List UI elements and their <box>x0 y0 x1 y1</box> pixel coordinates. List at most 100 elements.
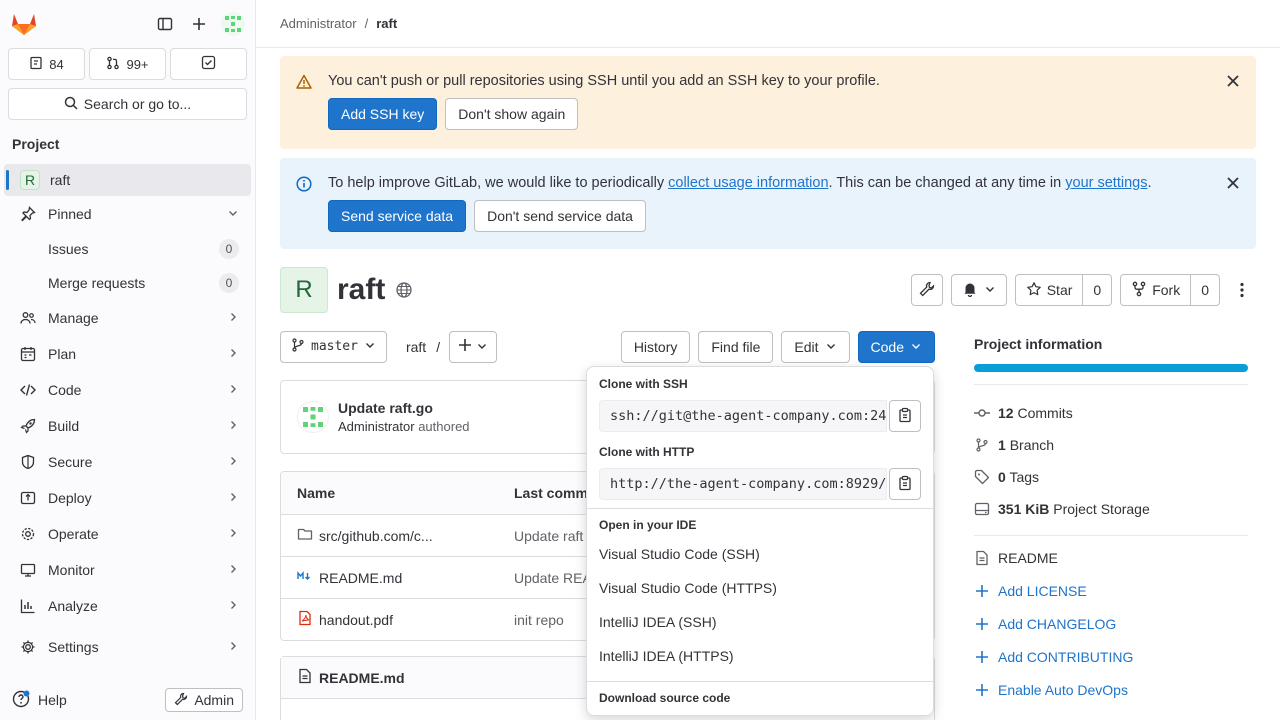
user-avatar[interactable] <box>219 10 247 38</box>
more-actions-icon[interactable] <box>1228 276 1256 304</box>
readme-title[interactable]: README.md <box>319 670 405 686</box>
close-icon[interactable] <box>1226 74 1240 91</box>
file-commit-message[interactable]: init repo <box>514 612 564 628</box>
code-dropdown[interactable]: Code <box>857 330 935 363</box>
intellij-https-item[interactable]: IntelliJ IDEA (HTTPS) <box>587 639 933 673</box>
enable-auto-devops-link[interactable]: Enable Auto DevOps <box>974 673 1248 706</box>
issues-count-button[interactable]: 84 <box>8 48 85 80</box>
add-to-tree-dropdown[interactable] <box>449 330 498 363</box>
path-separator: / <box>436 338 441 355</box>
sidebar-item-pinned[interactable]: Pinned <box>4 196 251 232</box>
toggle-sidebar-icon[interactable] <box>151 10 179 38</box>
plus-icon <box>974 617 990 631</box>
chevron-right-icon <box>227 382 239 398</box>
sidebar-item-label: Deploy <box>48 490 92 506</box>
branch-name: master <box>311 339 358 354</box>
edit-dropdown[interactable]: Edit <box>781 330 850 363</box>
star-button[interactable]: Star <box>1016 275 1083 305</box>
branch-selector[interactable]: master <box>280 330 387 363</box>
readme-link[interactable]: README <box>974 542 1248 574</box>
bell-icon <box>962 281 978 300</box>
sidebar-item-label: Pinned <box>48 206 92 222</box>
star-button-group: Star 0 <box>1014 274 1113 306</box>
merge-request-icon <box>106 56 120 73</box>
dont-send-service-data-button[interactable]: Don't send service data <box>474 200 646 232</box>
sidebar-item-operate[interactable]: Operate <box>4 516 251 552</box>
file-name[interactable]: README.md <box>319 570 402 586</box>
admin-button[interactable]: Admin <box>165 688 243 712</box>
branches-stat[interactable]: 1 Branch <box>974 429 1248 461</box>
ssh-url-field[interactable]: ssh://git@the-agent-company.com:2424/roo… <box>599 400 887 432</box>
collect-usage-link[interactable]: collect usage information <box>668 175 828 191</box>
sidebar-item-monitor[interactable]: Monitor <box>4 552 251 588</box>
sidebar-item-secure[interactable]: Secure <box>4 444 251 480</box>
avatar[interactable] <box>297 401 329 433</box>
http-url-field[interactable]: http://the-agent-company.com:8929/root/r… <box>599 468 887 500</box>
alert-message: You can't push or pull repositories usin… <box>328 73 880 89</box>
commit-author[interactable]: Administrator <box>338 419 415 434</box>
branch-icon <box>291 337 305 356</box>
sidebar-item-analyze[interactable]: Analyze <box>4 588 251 624</box>
add-contributing-link[interactable]: Add CONTRIBUTING <box>974 640 1248 673</box>
commit-title[interactable]: Update raft.go <box>338 400 470 416</box>
intellij-ssh-item[interactable]: IntelliJ IDEA (SSH) <box>587 605 933 639</box>
close-icon[interactable] <box>1226 176 1240 193</box>
file-name[interactable]: handout.pdf <box>319 612 393 628</box>
link-label: Add CONTRIBUTING <box>998 648 1134 665</box>
search-icon <box>64 96 78 113</box>
dont-show-again-button[interactable]: Don't show again <box>445 98 579 130</box>
sidebar-item-manage[interactable]: Manage <box>4 300 251 336</box>
tags-stat[interactable]: 0 Tags <box>974 461 1248 493</box>
merge-requests-count-button[interactable]: 99+ <box>89 48 166 80</box>
sidebar-item-settings[interactable]: Settings <box>4 629 251 665</box>
sidebar-item-merge-requests[interactable]: Merge requests 0 <box>4 266 251 300</box>
fork-count[interactable]: 0 <box>1190 275 1219 305</box>
path-root-link[interactable]: raft <box>406 339 426 355</box>
fork-button-group: Fork 0 <box>1120 274 1220 306</box>
stat-value: 1 <box>998 437 1006 453</box>
fork-button[interactable]: Fork <box>1121 275 1190 305</box>
language-bar[interactable] <box>974 364 1248 372</box>
add-license-link[interactable]: Add LICENSE <box>974 574 1248 607</box>
file-commit-message[interactable]: Update raft <box>514 528 583 544</box>
find-file-button[interactable]: Find file <box>698 330 774 363</box>
admin-settings-button[interactable] <box>910 274 943 306</box>
file-commit-message[interactable]: Update REA <box>514 570 592 586</box>
commit-verb: authored <box>418 419 470 434</box>
create-new-icon[interactable] <box>185 10 213 38</box>
todos-button[interactable] <box>170 48 247 80</box>
storage-stat[interactable]: 351 KiB Project Storage <box>974 493 1248 525</box>
shield-icon <box>20 454 36 470</box>
sidebar-item-build[interactable]: Build <box>4 408 251 444</box>
gitlab-logo-icon[interactable] <box>8 8 40 40</box>
history-button[interactable]: History <box>620 330 691 363</box>
alert-text: To help improve GitLab, we would like to… <box>328 175 669 191</box>
file-name[interactable]: src/github.com/c... <box>319 528 433 544</box>
sidebar-item-code[interactable]: Code <box>4 372 251 408</box>
vscode-ssh-item[interactable]: Visual Studio Code (SSH) <box>587 537 933 571</box>
sidebar-item-project[interactable]: R raft <box>4 164 251 196</box>
copy-ssh-url-button[interactable] <box>889 400 921 432</box>
commits-stat[interactable]: 12 Commits <box>974 397 1248 429</box>
notifications-dropdown[interactable] <box>950 274 1007 306</box>
star-count[interactable]: 0 <box>1082 275 1111 305</box>
breadcrumb-parent[interactable]: Administrator <box>280 16 357 31</box>
warning-icon <box>296 74 312 93</box>
search-button[interactable]: Search or go to... <box>8 88 247 120</box>
admin-label: Admin <box>194 692 234 708</box>
sidebar-item-label: Settings <box>48 639 99 655</box>
help-button[interactable]: Help <box>12 690 67 711</box>
add-ssh-key-button[interactable]: Add SSH key <box>328 98 438 130</box>
sidebar-item-plan[interactable]: Plan <box>4 336 251 372</box>
send-service-data-button[interactable]: Send service data <box>328 200 467 232</box>
breadcrumb-current[interactable]: raft <box>376 16 397 31</box>
chevron-down-icon <box>364 339 376 355</box>
sidebar-item-issues[interactable]: Issues 0 <box>4 232 251 266</box>
vscode-https-item[interactable]: Visual Studio Code (HTTPS) <box>587 571 933 605</box>
copy-icon <box>897 475 913 494</box>
add-changelog-link[interactable]: Add CHANGELOG <box>974 607 1248 640</box>
sidebar-item-deploy[interactable]: Deploy <box>4 480 251 516</box>
your-settings-link[interactable]: your settings <box>1065 175 1147 191</box>
copy-http-url-button[interactable] <box>889 468 921 500</box>
stat-value: 12 <box>998 405 1014 421</box>
